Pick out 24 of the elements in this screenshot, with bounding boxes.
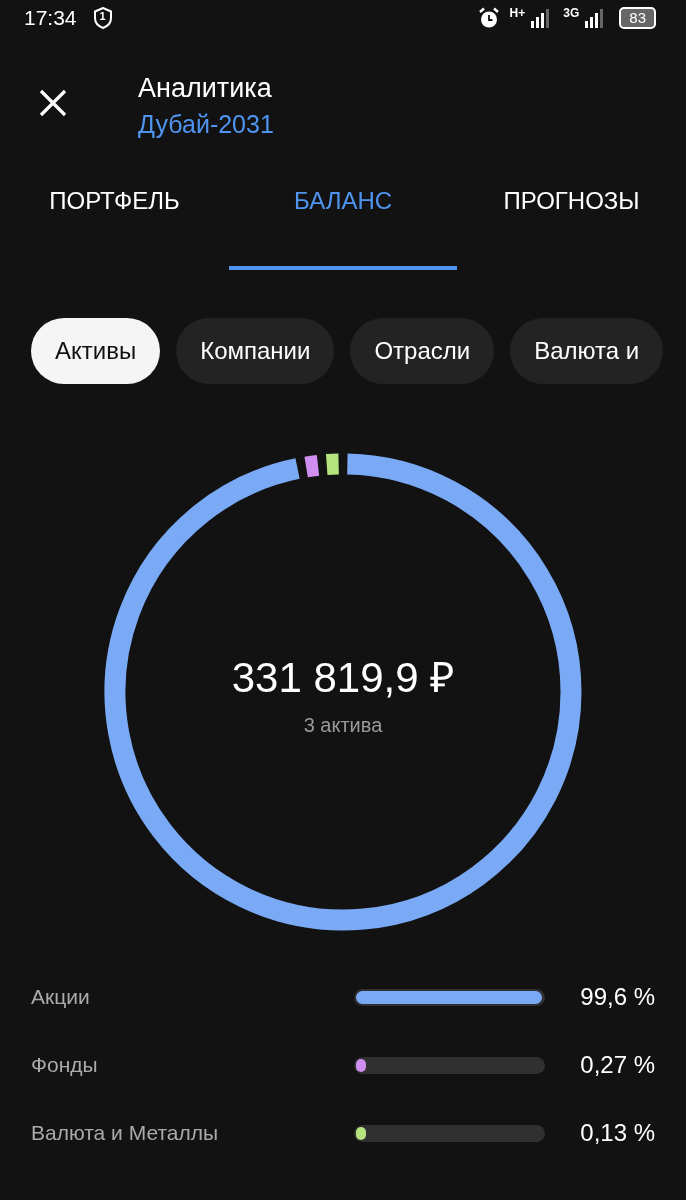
percent-value: 99,6 % <box>579 983 655 1011</box>
tab[interactable]: ПОРТФЕЛЬ <box>0 144 229 270</box>
filter-chip[interactable]: Компании <box>176 318 335 384</box>
tab[interactable]: ПРОГНОЗЫ <box>457 144 686 270</box>
tab[interactable]: БАЛАНС <box>229 144 457 270</box>
filter-chip[interactable]: Активы <box>31 318 161 384</box>
portfolio-name: Дубай-2031 <box>138 109 274 140</box>
network-label: H+ <box>509 6 526 20</box>
filter-chip[interactable]: Отрасли <box>350 318 495 384</box>
asset-name: Валюта и Металлы <box>31 1121 220 1145</box>
asset-count: 3 актива <box>303 714 383 737</box>
total-amount: 331 819,9 ₽ <box>231 653 455 703</box>
alarm-icon <box>477 7 500 29</box>
network-label: 3G <box>563 6 580 20</box>
asset-name: Фонды <box>31 1053 99 1077</box>
status-time: 17:34 <box>24 6 77 30</box>
filter-chip[interactable]: Валюта и <box>510 318 664 384</box>
asset-name: Акции <box>31 985 91 1009</box>
battery-indicator: 83 <box>619 7 656 29</box>
page-title: Аналитика <box>138 72 273 105</box>
shield-icon: 1 <box>92 7 113 29</box>
percent-value: 0,13 % <box>579 1119 655 1147</box>
percent-value: 0,27 % <box>579 1051 655 1079</box>
close-icon[interactable] <box>38 88 68 118</box>
